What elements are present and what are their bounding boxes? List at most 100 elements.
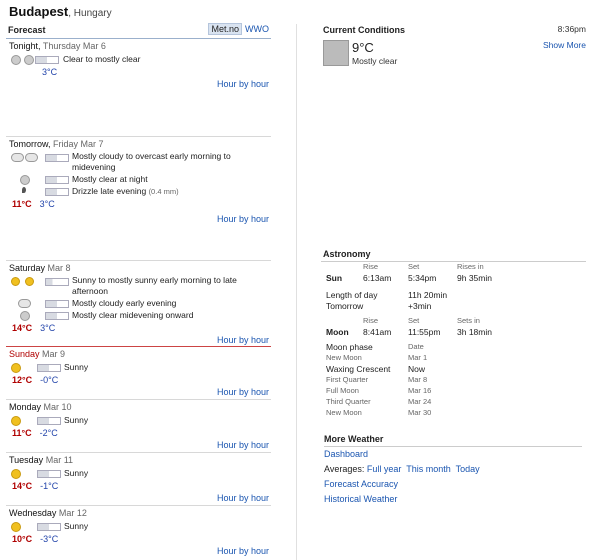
moon-phase-row: Waxing Crescent Now [326,364,426,374]
source-metno-tab[interactable]: Met.no [208,23,242,35]
cloud-cover-bar [35,56,59,64]
sun-icon [11,469,21,479]
cloud-cover-bar [37,364,61,372]
column-divider [296,24,297,560]
historical-weather-link[interactable]: Historical Weather [324,494,397,504]
forecast-line: Sunny [6,520,271,532]
moon-icon [20,311,30,321]
moon-rise: 8:41am [363,327,392,337]
current-conditions-label: Current Conditions [323,25,405,35]
day-heading: Monday Mar 10 [9,402,72,412]
high-temp: 14°C [12,323,33,333]
low-temp: -1°C [40,481,59,491]
hour-by-hour-link[interactable]: Hour by hour [217,387,269,397]
low-temp: 3°C [39,199,55,209]
moon-sets-in: 3h 18min [457,327,492,337]
source-wwo-tab[interactable]: WWO [245,24,269,34]
high-temp: 10°C [12,534,33,544]
forecast-line: Mostly clear at night [6,173,271,185]
sun-rises-in: 9h 35min [457,273,492,283]
hour-by-hour-link[interactable]: Hour by hour [217,79,269,89]
temperatures: 14°C 3°C [6,321,271,335]
sun-rise: 6:13am [363,273,392,283]
low-temp: 3°C [40,323,56,333]
moon-phase-row: New Moon Mar 1 [326,353,428,362]
forecast-line: Sunny [6,414,271,426]
low-temp: -3°C [40,534,59,544]
sun-icon [11,363,21,373]
forecast-text: Mostly cloudy to overcast early morning … [72,151,231,172]
hour-by-hour-link[interactable]: Hour by hour [217,440,269,450]
temperatures: 14°C -1°C [6,479,271,493]
forecast-text: Drizzle late evening (0.4 mm) [72,186,179,196]
current-conditions-panel: Current Conditions 8:36pm 9°C Mostly cle… [321,24,586,66]
forecast-line: Mostly cloudy to overcast early morning … [6,151,271,173]
moon-phase-row: First Quarter Mar 8 [326,375,428,384]
this-month-link[interactable]: This month [406,464,451,474]
hour-by-hour-link[interactable]: Hour by hour [217,546,269,556]
sun-label: Sun [326,273,343,283]
sun-icon [11,522,21,532]
moon-phase-row: Full Moon Mar 16 [326,386,432,395]
cloud-cover-bar [37,417,61,425]
forecast-text: Mostly cloudy early evening [72,298,177,308]
day-length-change: +3min [408,301,432,311]
sun-icon [11,277,20,286]
forecast-line: Sunny to mostly sunny early morning to l… [6,275,271,297]
cloud-cover-bar [45,176,69,184]
forecast-day: Saturday Mar 8 Sunny to mostly sunny ear… [6,261,271,347]
averages-label: Averages: [324,464,365,474]
low-temp: 3°C [42,67,58,77]
forecast-line: Drizzle late evening (0.4 mm) [6,185,271,197]
temperatures: 10°C -3°C [6,532,271,546]
current-temp: 9°C [352,40,374,55]
moon-cloud-icon [323,40,349,66]
forecast-text: Sunny [64,415,89,425]
current-time: 8:36pm [557,24,586,34]
raindrop-icon [22,187,26,193]
cloud-cover-bar [37,470,61,478]
forecast-day: Tuesday Mar 11 Sunny 14°C -1°C Hour by ho… [6,453,271,506]
forecast-panel: Forecast Met.no WWO Tonight, Thursday Mar… [6,23,271,558]
forecast-accuracy-link[interactable]: Forecast Accuracy [324,479,398,489]
moon-icon [24,55,34,65]
temperatures: 11°C -2°C [6,426,271,440]
moon-phase-row: Third Quarter Mar 24 [326,397,432,406]
cloud-cover-bar [45,278,69,286]
moon-icon [11,55,21,65]
full-year-link[interactable]: Full year [367,464,402,474]
low-temp: -2°C [39,428,58,438]
sun-icon [25,277,34,286]
astronomy-panel: Astronomy Rise Set Rises in Sun 6:13am 5… [321,249,586,419]
day-heading: Tomorrow, Friday Mar 7 [9,139,104,149]
cloud-icon [11,153,24,162]
forecast-day: Wednesday Mar 12 Sunny 10°C -3°C Hour by … [6,506,271,558]
moon-label: Moon [326,327,349,337]
day-heading: Tuesday Mar 11 [9,455,74,465]
temperatures: 3°C [6,65,271,79]
hour-by-hour-link[interactable]: Hour by hour [217,493,269,503]
cloud-cover-bar [45,300,69,308]
astronomy-label: Astronomy [321,249,586,262]
astronomy-table: Rise Set Rises in Sun 6:13am 5:34pm 9h 3… [326,262,492,417]
country-name: , Hungary [68,8,112,19]
hour-by-hour-link[interactable]: Hour by hour [217,214,269,224]
moon-set: 11:55pm [408,327,441,337]
temperatures: 12°C -0°C [6,373,271,387]
hour-by-hour-link[interactable]: Hour by hour [217,335,269,345]
forecast-text: Sunny to mostly sunny early morning to l… [72,275,237,296]
today-link[interactable]: Today [456,464,480,474]
day-heading: Wednesday Mar 12 [9,508,87,518]
show-more-link[interactable]: Show More [543,40,586,50]
forecast-text: Mostly clear midevening onward [72,310,194,320]
forecast-line: Mostly cloudy early evening [6,297,271,309]
cloud-cover-bar [45,154,69,162]
sun-icon [11,416,21,426]
forecast-line: Mostly clear midevening onward [6,309,271,321]
forecast-source-switch: Met.no WWO [208,23,269,35]
sun-set: 5:34pm [408,273,437,283]
forecast-text: Sunny [64,521,89,531]
forecast-line: Clear to mostly clear [6,53,271,65]
forecast-text: Sunny [64,362,89,372]
dashboard-link[interactable]: Dashboard [324,449,368,459]
